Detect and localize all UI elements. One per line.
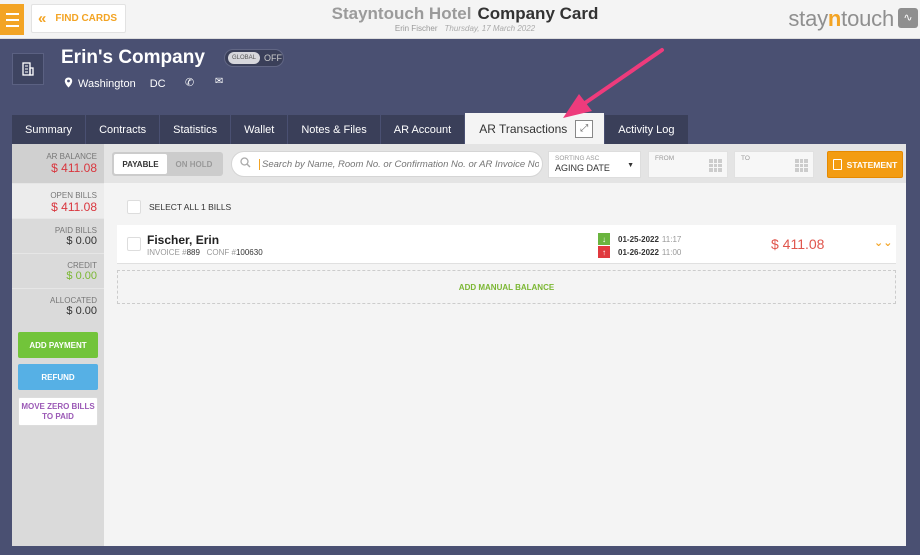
- card-tabs: Summary Contracts Statistics Wallet Note…: [12, 113, 689, 144]
- departure-date: ↑ 01-26-2022 11:00: [598, 246, 681, 258]
- top-bar: « FIND CARDS Stayntouch Hotel Company Car…: [0, 0, 920, 39]
- sidebar-item-credit[interactable]: CREDIT $ 0.00: [12, 253, 104, 288]
- search-input[interactable]: [259, 158, 539, 170]
- arrow-up-icon: ↑: [598, 246, 610, 258]
- payable-toggle[interactable]: PAYABLE: [114, 154, 167, 174]
- company-state: DC: [149, 78, 166, 90]
- global-toggle[interactable]: GLOBAL OFF: [224, 49, 284, 67]
- bill-amount: $ 411.08: [771, 236, 825, 252]
- user-name: Erin Fischer: [394, 24, 438, 33]
- calendar-icon: [709, 159, 722, 172]
- calendar-icon: [795, 159, 808, 172]
- bill-checkbox[interactable]: [127, 237, 141, 251]
- ar-balance-value: $ 411.08: [51, 161, 97, 175]
- tab-activity-log[interactable]: Activity Log: [605, 115, 688, 144]
- global-toggle-label: GLOBAL: [228, 52, 260, 64]
- arrival-date: ↓ 01-25-2022 11:17: [598, 233, 681, 245]
- bill-filter-toggle: PAYABLE ON HOLD: [112, 152, 223, 176]
- sidebar-item-allocated[interactable]: ALLOCATED $ 0.00: [12, 288, 104, 323]
- from-date-input[interactable]: FROM: [648, 151, 728, 178]
- company-city: Washington: [78, 78, 136, 90]
- company-location: Washington DC: [64, 77, 166, 91]
- arrow-down-icon: ↓: [598, 233, 610, 245]
- caret-down-icon: ▼: [627, 162, 634, 169]
- refund-button[interactable]: REFUND: [18, 364, 98, 390]
- double-chevron-left-icon: «: [38, 10, 47, 27]
- bill-guest-name: Fischer, Erin: [147, 233, 220, 247]
- tab-ar-transactions[interactable]: AR Transactions ⤢: [465, 113, 605, 144]
- to-date-input[interactable]: TO: [734, 151, 814, 178]
- tab-statistics[interactable]: Statistics: [160, 115, 231, 144]
- document-icon: [832, 159, 842, 170]
- statement-button[interactable]: STATEMENT: [827, 151, 903, 178]
- move-zero-bills-button[interactable]: MOVE ZERO BILLS TO PAID: [18, 397, 98, 426]
- find-cards-label: FIND CARDS: [55, 13, 118, 24]
- tab-summary[interactable]: Summary: [12, 115, 86, 144]
- tab-ar-account[interactable]: AR Account: [380, 115, 465, 144]
- phone-icon[interactable]: ✆: [185, 76, 194, 89]
- sort-select[interactable]: SORTING ASC AGING DATE ▼: [548, 151, 641, 178]
- sidebar-item-open-bills[interactable]: OPEN BILLS $ 411.08: [12, 183, 104, 218]
- mail-icon[interactable]: ✉: [215, 76, 223, 87]
- bill-meta: INVOICE #889 CONF #100630: [147, 248, 263, 257]
- add-payment-button[interactable]: ADD PAYMENT: [18, 332, 98, 358]
- global-toggle-state: OFF: [264, 53, 282, 63]
- ar-transactions-panel: AR BALANCE $ 411.08 OPEN BILLS $ 411.08 …: [12, 144, 906, 546]
- brand-logo: stayntouch: [788, 6, 894, 31]
- expand-icon[interactable]: ⤢: [575, 119, 594, 138]
- ar-balance: AR BALANCE $ 411.08: [12, 144, 104, 183]
- double-chevron-down-icon[interactable]: ⌄⌄: [874, 236, 892, 249]
- select-all-checkbox[interactable]: [127, 200, 141, 214]
- add-manual-balance-button[interactable]: ADD MANUAL BALANCE: [117, 270, 896, 304]
- sidebar-item-paid-bills[interactable]: PAID BILLS $ 0.00: [12, 218, 104, 253]
- tab-notes-files[interactable]: Notes & Files: [288, 115, 380, 144]
- business-date: Thursday, 17 March 2022: [444, 24, 536, 33]
- search-icon: [240, 157, 251, 171]
- page-header: Stayntouch Hotel Company Card Erin Fische…: [300, 4, 630, 33]
- bills-toolbar: PAYABLE ON HOLD SORTING ASC AGING DATE ▼…: [104, 144, 906, 183]
- tab-wallet[interactable]: Wallet: [231, 115, 288, 144]
- page-title: Company Card: [477, 4, 599, 23]
- on-hold-toggle[interactable]: ON HOLD: [167, 154, 221, 174]
- company-name: Erin's Company: [61, 47, 205, 68]
- location-pin-icon: [64, 77, 73, 91]
- pulse-icon: ∿: [898, 8, 918, 28]
- tab-contracts[interactable]: Contracts: [86, 115, 160, 144]
- balance-sidebar: AR BALANCE $ 411.08 OPEN BILLS $ 411.08 …: [12, 144, 104, 546]
- hotel-name: Stayntouch Hotel: [331, 4, 472, 23]
- building-icon: [12, 53, 44, 85]
- select-all-bills[interactable]: SELECT ALL 1 BILLS: [127, 200, 231, 214]
- search-box: [231, 151, 543, 177]
- table-row[interactable]: Fischer, Erin INVOICE #889 CONF #100630 …: [117, 225, 896, 264]
- find-cards-button[interactable]: « FIND CARDS: [31, 4, 126, 33]
- menu-button[interactable]: [0, 4, 24, 35]
